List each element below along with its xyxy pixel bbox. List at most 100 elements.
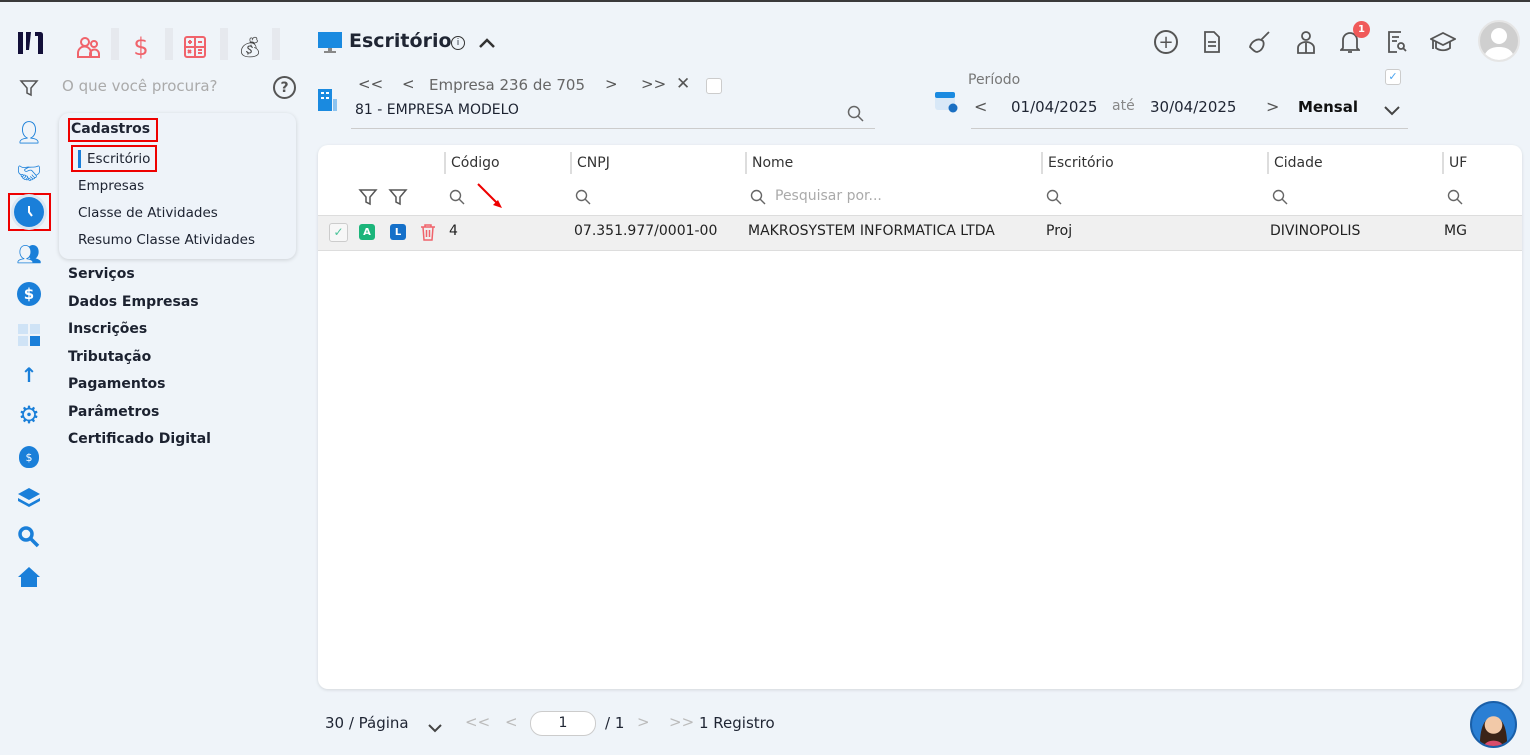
first-company-button[interactable]: << bbox=[358, 75, 383, 93]
popup-item-resumo-classe[interactable]: Resumo Classe Atividades bbox=[78, 232, 255, 248]
clear-company-button[interactable]: ✕ bbox=[676, 74, 690, 94]
first-page-button[interactable]: << bbox=[465, 713, 490, 731]
report-search-icon[interactable] bbox=[1385, 30, 1409, 54]
info-icon[interactable]: i bbox=[451, 36, 465, 50]
search-icon[interactable] bbox=[1447, 189, 1463, 205]
handshake-icon[interactable]: 🤝︎ bbox=[14, 158, 44, 188]
popup-item-empresas[interactable]: Empresas bbox=[78, 178, 144, 194]
period-checkbox[interactable]: ✓ bbox=[1385, 69, 1401, 85]
filter-icon[interactable] bbox=[358, 187, 378, 211]
menu-search-input[interactable]: O que você procura? bbox=[62, 77, 218, 95]
help-icon[interactable]: ? bbox=[273, 76, 296, 99]
col-header-uf[interactable]: UF bbox=[1442, 152, 1467, 174]
chevron-down-icon[interactable] bbox=[1384, 101, 1400, 120]
col-header-nome[interactable]: Nome bbox=[745, 152, 793, 174]
dollar-circle-icon[interactable]: $ bbox=[14, 279, 44, 309]
filter-clear-icon[interactable] bbox=[388, 187, 408, 211]
assistant-avatar[interactable] bbox=[1470, 701, 1517, 748]
period-from[interactable]: 01/04/2025 bbox=[1011, 98, 1097, 116]
col-header-escritorio[interactable]: Escritório bbox=[1041, 152, 1114, 174]
next-period-button[interactable]: > bbox=[1266, 97, 1279, 116]
last-company-button[interactable]: >> bbox=[641, 75, 666, 93]
money-bag-icon[interactable]: $ bbox=[14, 442, 44, 472]
menu-parametros[interactable]: Parâmetros bbox=[68, 404, 159, 420]
page-input[interactable]: 1 bbox=[530, 711, 596, 736]
filter-icon[interactable] bbox=[18, 77, 40, 99]
menu-servicos[interactable]: Serviços bbox=[68, 266, 135, 282]
notification-badge: 1 bbox=[1353, 21, 1370, 38]
monitor-icon bbox=[318, 32, 342, 54]
broom-icon[interactable] bbox=[1247, 30, 1271, 54]
layers-icon[interactable] bbox=[14, 482, 44, 512]
prev-company-button[interactable]: < bbox=[402, 75, 415, 93]
popup-title: Cadastros bbox=[71, 121, 151, 137]
period-mode-select[interactable]: Mensal bbox=[1298, 98, 1358, 116]
dollar-icon[interactable]: $ bbox=[124, 30, 158, 64]
record-count: 1 Registro bbox=[699, 714, 775, 732]
menu-inscricoes[interactable]: Inscrições bbox=[68, 321, 147, 337]
menu-certificado[interactable]: Certificado Digital bbox=[68, 431, 211, 447]
per-page-select[interactable]: 30 / Página bbox=[325, 714, 409, 732]
prev-period-button[interactable]: < bbox=[974, 97, 987, 116]
building-icon bbox=[318, 89, 338, 111]
popup-item-classe-atividades[interactable]: Classe de Atividades bbox=[78, 205, 218, 221]
row-checkbox[interactable]: ✓ bbox=[329, 223, 348, 242]
magnifier-icon[interactable] bbox=[14, 522, 44, 552]
add-icon[interactable]: + bbox=[1154, 30, 1178, 54]
nome-search-input[interactable]: Pesquisar por... bbox=[775, 188, 882, 204]
popup-item-escritorio[interactable]: Escritório bbox=[87, 151, 150, 167]
user-gear-icon[interactable]: 👤︎ bbox=[14, 118, 44, 148]
divider bbox=[971, 128, 1408, 129]
divider bbox=[351, 128, 875, 129]
period-to[interactable]: 30/04/2025 bbox=[1150, 98, 1236, 116]
cell-cnpj: 07.351.977/0001-00 bbox=[574, 223, 718, 239]
avatar[interactable] bbox=[1478, 20, 1520, 62]
last-page-button[interactable]: >> bbox=[669, 713, 694, 731]
col-header-codigo[interactable]: Código bbox=[444, 152, 500, 174]
trash-icon[interactable] bbox=[420, 223, 436, 245]
next-page-button[interactable]: > bbox=[637, 713, 650, 731]
document-icon[interactable] bbox=[1201, 30, 1223, 54]
badge-l[interactable]: L bbox=[390, 224, 406, 240]
calendar-icon bbox=[934, 89, 958, 117]
people-icon[interactable] bbox=[72, 30, 106, 64]
arrow-percent-icon[interactable]: ↑ bbox=[14, 360, 44, 390]
chevron-down-icon[interactable] bbox=[428, 718, 442, 737]
col-header-cnpj[interactable]: CNPJ bbox=[570, 152, 610, 174]
menu-tributacao[interactable]: Tributação bbox=[68, 349, 151, 365]
clock-icon[interactable] bbox=[14, 197, 44, 227]
person-icon[interactable] bbox=[1294, 30, 1318, 54]
company-search-icon[interactable] bbox=[847, 105, 864, 126]
cell-uf: MG bbox=[1444, 223, 1467, 239]
cell-codigo: 4 bbox=[449, 223, 458, 239]
company-checkbox[interactable] bbox=[706, 78, 722, 94]
gear-cross-icon[interactable]: ⚙ bbox=[14, 400, 44, 430]
period-label: Período bbox=[968, 72, 1021, 88]
divider bbox=[165, 28, 173, 60]
cell-nome: MAKROSYSTEM INFORMATICA LTDA bbox=[748, 223, 995, 239]
divider bbox=[111, 28, 119, 60]
calculator-icon[interactable] bbox=[14, 320, 44, 350]
menu-pagamentos[interactable]: Pagamentos bbox=[68, 376, 166, 392]
users-icon[interactable]: 👥︎ bbox=[14, 239, 44, 269]
divider bbox=[220, 28, 228, 60]
calculator-icon[interactable] bbox=[178, 30, 212, 64]
search-icon[interactable] bbox=[750, 189, 766, 205]
home-icon[interactable] bbox=[14, 562, 44, 592]
search-icon[interactable] bbox=[575, 189, 591, 205]
next-company-button[interactable]: > bbox=[605, 75, 618, 93]
divider bbox=[272, 28, 280, 60]
company-input[interactable]: 81 - EMPRESA MODELO bbox=[355, 102, 519, 118]
search-icon[interactable] bbox=[1272, 189, 1288, 205]
chevron-up-icon[interactable] bbox=[476, 32, 498, 54]
search-icon[interactable] bbox=[1046, 189, 1062, 205]
red-arrow-annotation bbox=[477, 183, 502, 208]
search-icon[interactable] bbox=[449, 189, 465, 205]
graduation-cap-icon[interactable] bbox=[1430, 30, 1456, 54]
prev-page-button[interactable]: < bbox=[505, 713, 518, 731]
total-pages: / 1 bbox=[605, 714, 625, 732]
menu-dados-empresas[interactable]: Dados Empresas bbox=[68, 294, 199, 310]
badge-a[interactable]: A bbox=[359, 224, 375, 240]
col-header-cidade[interactable]: Cidade bbox=[1267, 152, 1323, 174]
money-bag-icon[interactable]: 💰︎ bbox=[233, 30, 267, 64]
